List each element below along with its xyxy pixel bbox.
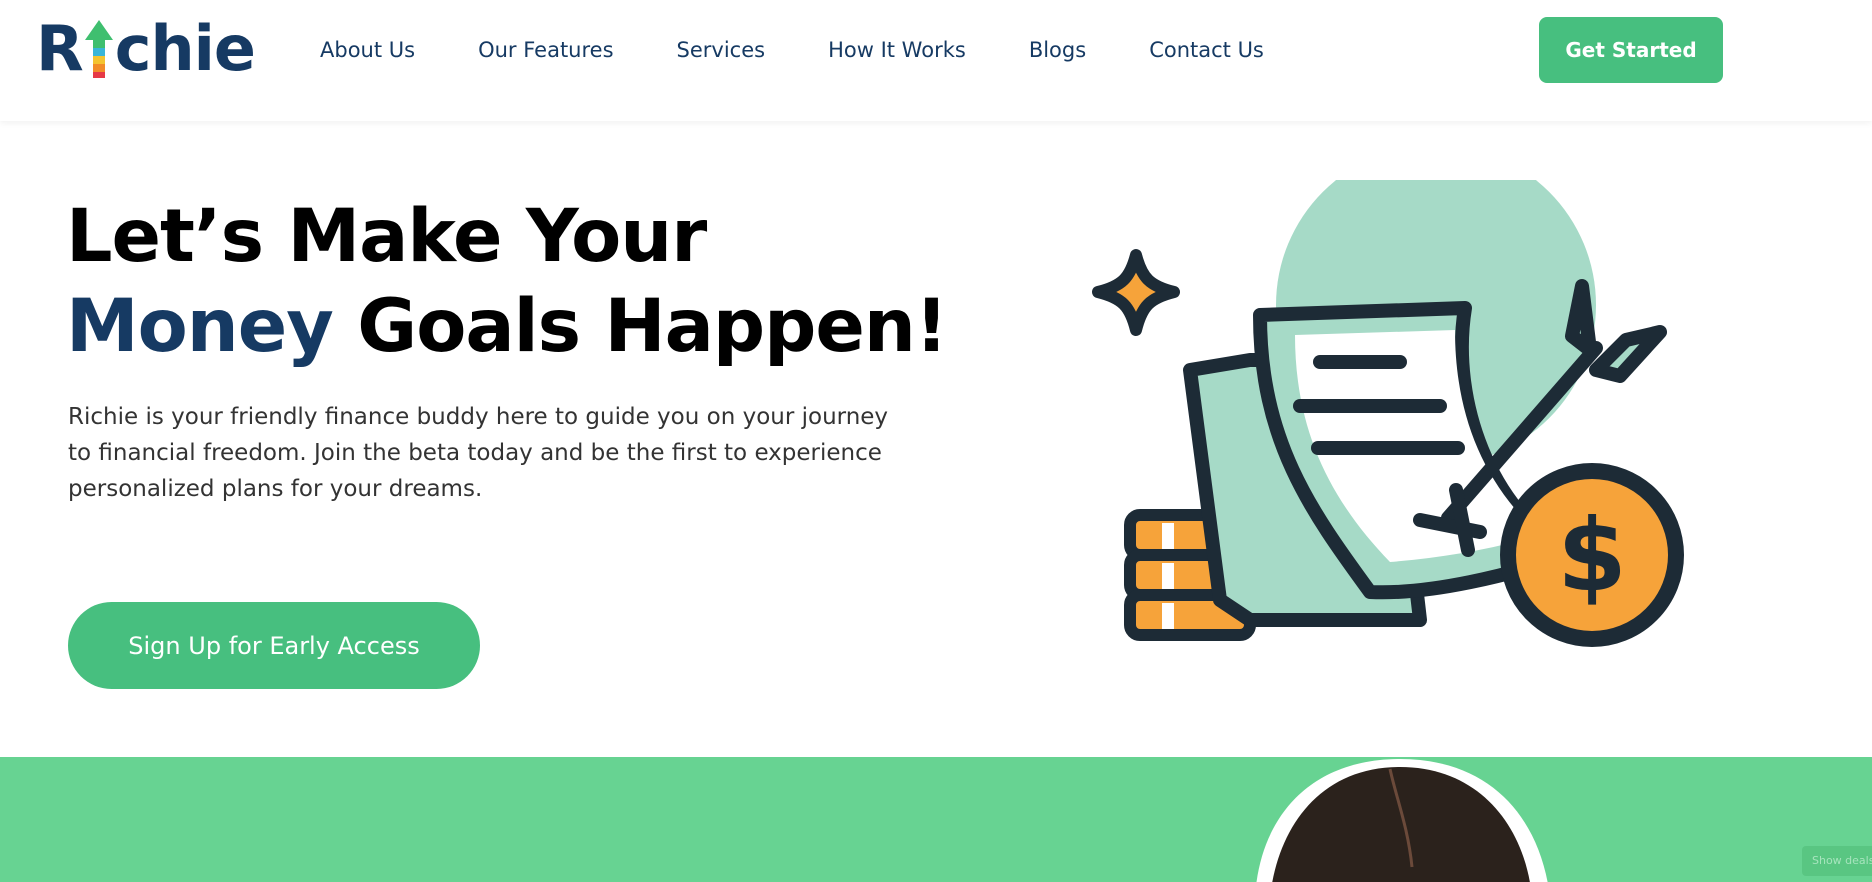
sign-up-early-access-button[interactable]: Sign Up for Early Access (68, 602, 480, 689)
hero-title: Let’s Make Your Money Goals Happen! (66, 192, 948, 372)
person-photo (1240, 757, 1560, 882)
hero-title-accent: Money (66, 284, 334, 369)
nav-services[interactable]: Services (677, 36, 766, 64)
hero-description: Richie is your friendly finance buddy he… (68, 404, 889, 502)
finance-goal-illustration-icon: $ (1070, 145, 1710, 660)
features-section (0, 757, 1872, 882)
nav-contact-us[interactable]: Contact Us (1149, 36, 1264, 64)
nav-our-features[interactable]: Our Features (478, 36, 613, 64)
logo-text: chie (114, 12, 256, 85)
main-nav: About Us Our Features Services How It Wo… (320, 36, 1264, 64)
svg-text:$: $ (1557, 497, 1627, 614)
logo-letter-r: R (36, 12, 84, 85)
richie-logo[interactable]: R chie (36, 12, 256, 85)
get-started-button[interactable]: Get Started (1539, 17, 1723, 83)
growth-arrow-icon (84, 18, 113, 80)
show-deals-badge[interactable]: Show deals (1802, 846, 1872, 876)
nav-blogs[interactable]: Blogs (1029, 36, 1086, 64)
hero-title-line1: Let’s Make Your (66, 194, 707, 279)
site-header: R chie About Us Our Features Services Ho… (0, 0, 1872, 121)
hero-title-line2: Goals Happen! (357, 284, 948, 369)
nav-how-it-works[interactable]: How It Works (828, 36, 966, 64)
nav-about-us[interactable]: About Us (320, 36, 415, 64)
